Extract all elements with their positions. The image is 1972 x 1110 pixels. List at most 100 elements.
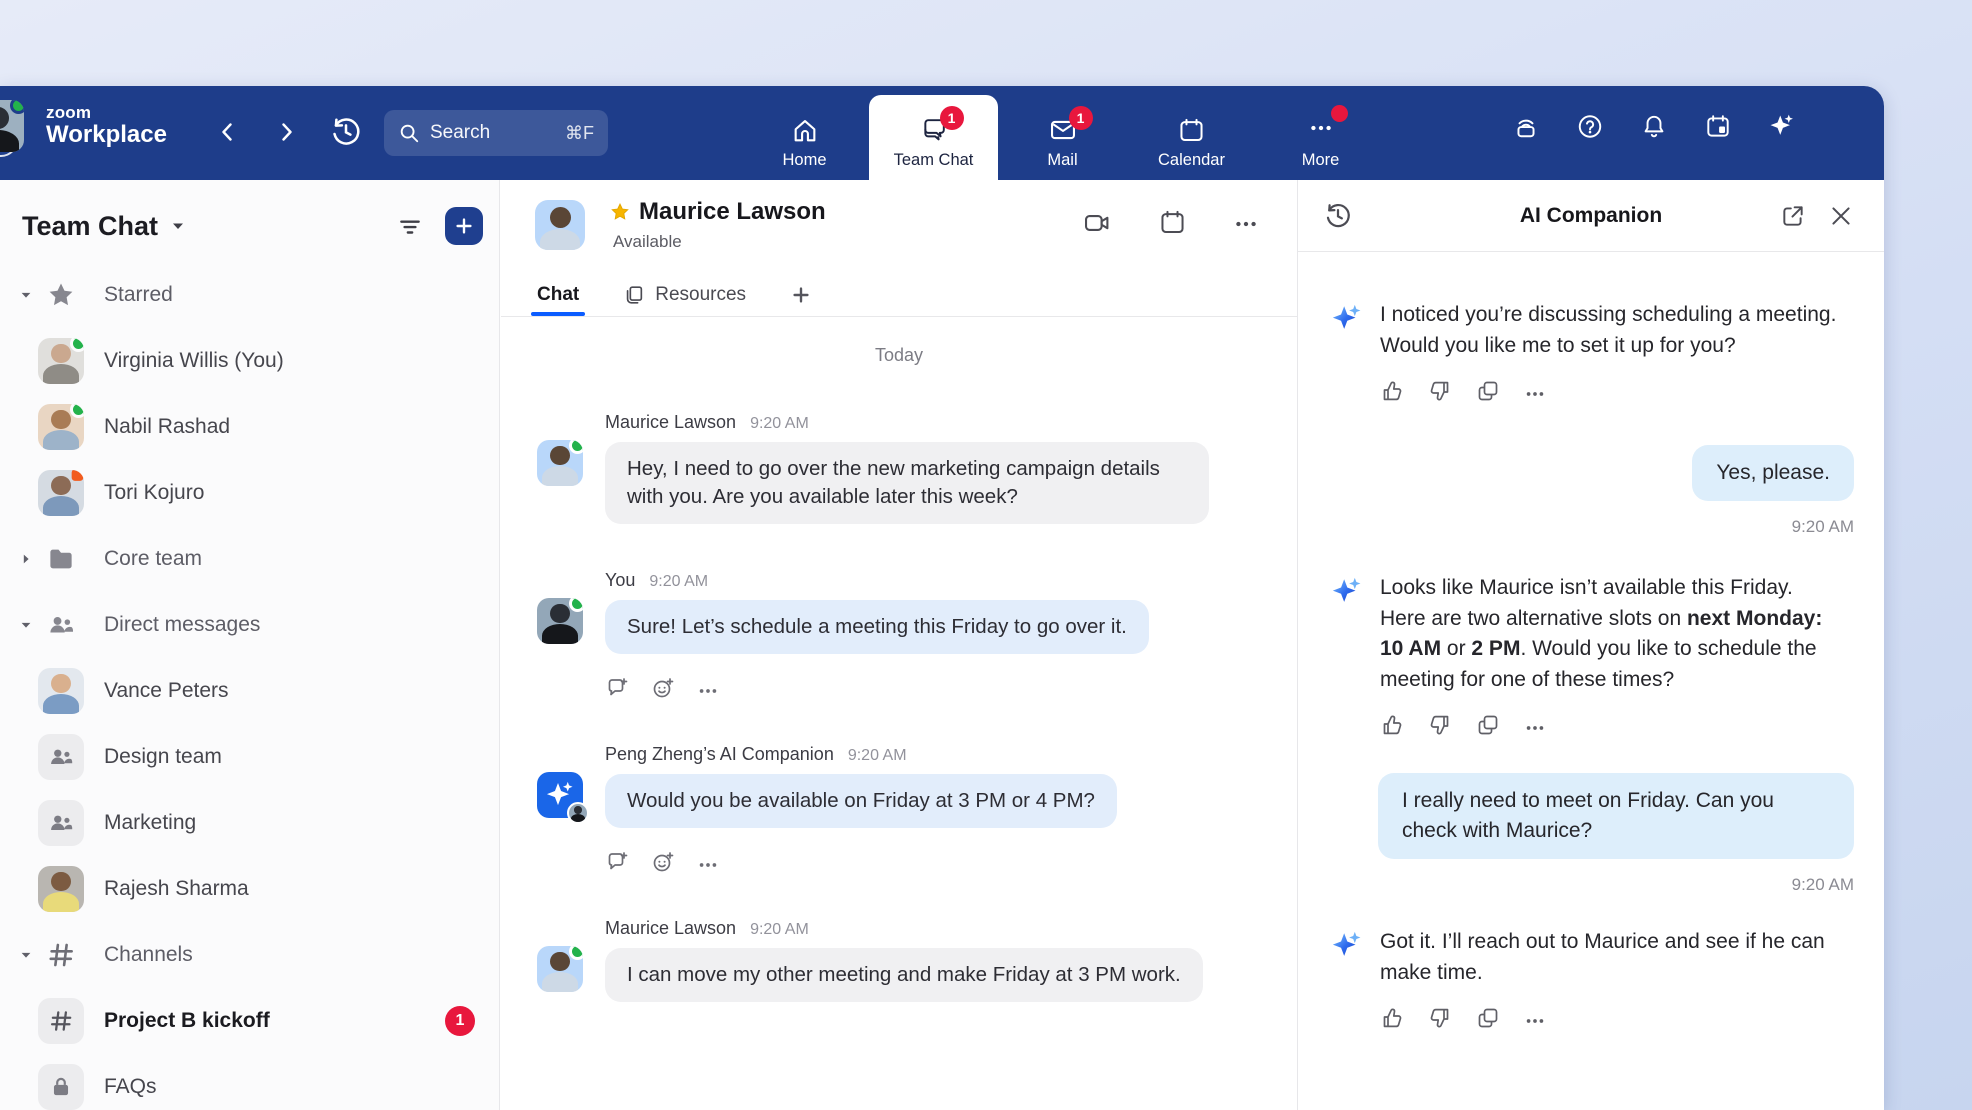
thumbs-up-icon[interactable] [1380, 713, 1404, 739]
caret-down-icon[interactable] [16, 288, 36, 302]
copy-icon[interactable] [1476, 1006, 1500, 1032]
zoom-workplace-logo: zoom Workplace [46, 104, 167, 147]
notifications-bell-icon[interactable] [1640, 112, 1668, 140]
avatar [38, 668, 84, 714]
starred-icon[interactable] [609, 201, 631, 223]
thumbs-up-icon[interactable] [1380, 1006, 1404, 1032]
message-bubble[interactable]: Would you be available on Friday at 3 PM… [605, 774, 1117, 828]
search-shortcut: ⌘F [565, 123, 594, 144]
caret-down-icon[interactable] [16, 618, 36, 632]
thumbs-up-icon[interactable] [1380, 379, 1404, 405]
search-placeholder: Search [430, 122, 555, 144]
sidebar-item-marketing[interactable]: Marketing [0, 790, 499, 856]
schedule-meeting-icon[interactable] [1158, 208, 1187, 238]
avatar[interactable] [537, 598, 583, 644]
sidebar-section-channels[interactable]: Channels [0, 922, 499, 988]
calendar-icon [1177, 115, 1206, 145]
open-in-window-icon[interactable] [1780, 203, 1806, 229]
sidebar-title-chevron-icon[interactable] [170, 218, 186, 234]
history-icon[interactable] [330, 116, 362, 148]
thumbs-down-icon[interactable] [1428, 713, 1452, 739]
logo-zoom: zoom [46, 104, 167, 122]
sidebar-item-virginia-willis[interactable]: Virginia Willis (You) [0, 328, 499, 394]
lock-icon [38, 1064, 84, 1110]
chat-header: Maurice Lawson Available [535, 198, 1273, 258]
feedback-more-icon[interactable] [1524, 713, 1546, 739]
message-bubble[interactable]: Hey, I need to go over the new marketing… [605, 442, 1209, 524]
sidebar-item-tori-kojuro[interactable]: Tori Kojuro [0, 460, 499, 526]
reply-in-thread-icon[interactable] [605, 850, 629, 876]
ai-conversation: I noticed you’re discussing scheduling a… [1298, 252, 1884, 1110]
user-bubble[interactable]: I really need to meet on Friday. Can you… [1378, 773, 1854, 859]
user-bubble[interactable]: Yes, please. [1692, 445, 1854, 501]
start-video-icon[interactable] [1082, 208, 1112, 238]
ai-companion-sparkle-icon[interactable] [1768, 112, 1796, 140]
avatar[interactable] [537, 440, 583, 486]
tab-chat[interactable]: Chat [537, 276, 579, 314]
avatar [38, 404, 84, 450]
new-chat-button[interactable] [445, 207, 483, 245]
tab-calendar[interactable]: Calendar [1127, 86, 1256, 180]
chat-contact-status: Available [613, 232, 682, 252]
sidebar-item-design-team[interactable]: Design team [0, 724, 499, 790]
tab-resources[interactable]: Resources [623, 276, 746, 314]
forward-icon[interactable] [268, 114, 304, 150]
search-input[interactable]: Search ⌘F [384, 110, 608, 156]
unread-badge: 1 [445, 1006, 475, 1036]
online-status-dot [569, 598, 583, 612]
sidebar-item-vance-peters[interactable]: Vance Peters [0, 658, 499, 724]
thumbs-down-icon[interactable] [1428, 1006, 1452, 1032]
sidebar-section-direct-messages[interactable]: Direct messages [0, 592, 499, 658]
message: You 9:20 AM Sure! Let’s schedule a meeti… [537, 570, 1261, 702]
copy-icon[interactable] [1476, 713, 1500, 739]
search-icon [398, 122, 420, 144]
profile-avatar[interactable] [0, 100, 24, 152]
message-bubble[interactable]: Sure! Let’s schedule a meeting this Frid… [605, 600, 1149, 654]
sidebar-item-rajesh-sharma[interactable]: Rajesh Sharma [0, 856, 499, 922]
hash-icon [38, 932, 84, 978]
tab-more[interactable]: More [1256, 86, 1385, 180]
help-icon[interactable] [1576, 112, 1604, 140]
sidebar-item-faqs[interactable]: FAQs [0, 1054, 499, 1110]
ai-companion-avatar[interactable] [537, 772, 583, 818]
feedback-more-icon[interactable] [1524, 1006, 1546, 1032]
add-reaction-icon[interactable] [651, 676, 675, 702]
avatar[interactable] [535, 200, 585, 250]
ai-sparkle-icon [1330, 302, 1364, 336]
ai-panel-header: AI Companion [1298, 180, 1884, 252]
avatar[interactable] [537, 946, 583, 992]
caret-right-icon[interactable] [16, 552, 36, 566]
resources-icon [623, 284, 645, 306]
tab-mail[interactable]: 1 Mail [998, 86, 1127, 180]
chat-panel: Maurice Lawson Available Chat Resources … [501, 180, 1297, 1110]
copy-icon[interactable] [1476, 379, 1500, 405]
filter-icon[interactable] [397, 213, 423, 239]
add-tab-button[interactable] [790, 276, 812, 314]
message-more-icon[interactable] [697, 850, 719, 876]
reply-in-thread-icon[interactable] [605, 676, 629, 702]
tab-team-chat[interactable]: 1 Team Chat [869, 95, 998, 180]
main-nav-tabs: Home 1 Team Chat 1 Mail Calendar [740, 86, 1385, 180]
date-divider: Today [537, 345, 1261, 366]
online-status-dot [569, 946, 583, 960]
message-bubble[interactable]: I can move my other meeting and make Fri… [605, 948, 1203, 1002]
tab-home[interactable]: Home [740, 86, 869, 180]
zoom-workplace-window: zoom Workplace Search ⌘F Home 1 Team Cha… [0, 86, 1884, 1110]
feedback-more-icon[interactable] [1524, 379, 1546, 405]
online-status-dot [569, 440, 583, 454]
chat-more-icon[interactable] [1233, 208, 1259, 238]
avatar [38, 866, 84, 912]
add-reaction-icon[interactable] [651, 850, 675, 876]
calendar-date-icon[interactable] [1704, 112, 1732, 140]
message-more-icon[interactable] [697, 676, 719, 702]
zoom-rooms-icon[interactable] [1512, 112, 1540, 140]
close-icon[interactable] [1828, 203, 1854, 229]
sidebar-section-core-team[interactable]: Core team [0, 526, 499, 592]
sidebar-item-project-b-kickoff[interactable]: Project B kickoff 1 [0, 988, 499, 1054]
caret-down-icon[interactable] [16, 948, 36, 962]
back-icon[interactable] [210, 114, 246, 150]
people-icon [38, 602, 84, 648]
thumbs-down-icon[interactable] [1428, 379, 1452, 405]
sidebar-section-starred[interactable]: Starred [0, 262, 499, 328]
sidebar-item-nabil-rashad[interactable]: Nabil Rashad [0, 394, 499, 460]
